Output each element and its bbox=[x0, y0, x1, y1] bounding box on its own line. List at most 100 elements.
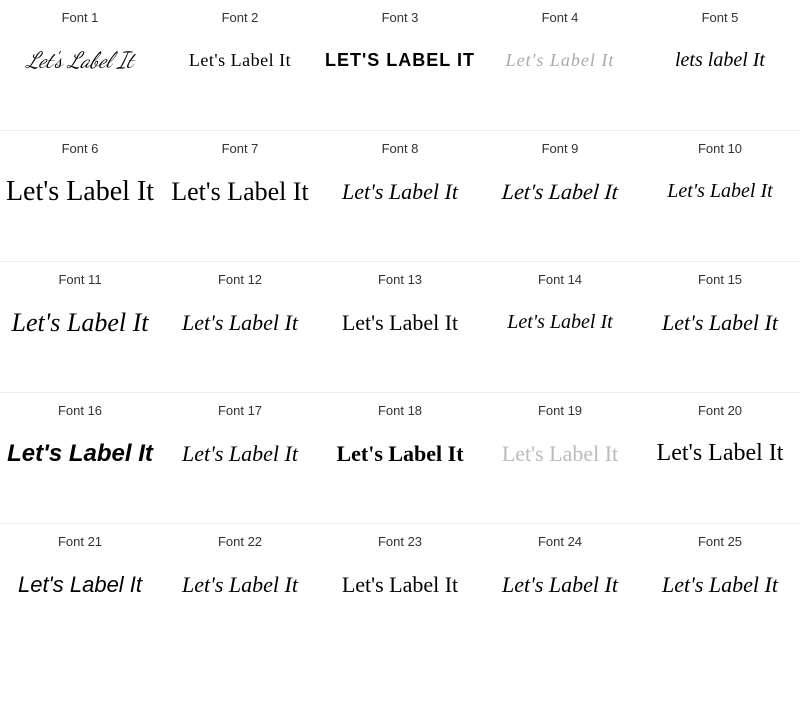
font-label-22: Font 22 bbox=[218, 534, 262, 549]
font-cell-15[interactable]: Font 15 Let's Label It bbox=[640, 262, 800, 392]
font-cell-23[interactable]: Font 23 Let's Label It bbox=[320, 524, 480, 654]
font-label-11: Font 11 bbox=[58, 272, 101, 287]
font-cell-14[interactable]: Font 14 Let's Label It bbox=[480, 262, 640, 392]
font-text-18: Let's Label It bbox=[336, 441, 463, 467]
font-text-7: Let's Label It bbox=[171, 177, 309, 207]
font-label-16: Font 16 bbox=[58, 403, 102, 418]
font-sample-10: Let's Label It bbox=[644, 164, 796, 219]
font-sample-17: Let's Label It bbox=[164, 426, 316, 481]
font-label-9: Font 9 bbox=[542, 141, 579, 156]
font-cell-8[interactable]: Font 8 Let's Label It bbox=[320, 131, 480, 261]
font-text-5: lets label It bbox=[675, 49, 765, 72]
font-label-6: Font 6 bbox=[62, 141, 99, 156]
font-sample-13: Let's Label It bbox=[324, 295, 476, 350]
font-text-25: Let's Label It bbox=[662, 572, 778, 598]
font-cell-19[interactable]: Font 19 Let's Label It bbox=[480, 393, 640, 523]
font-text-22: Let's Label It bbox=[182, 572, 298, 598]
font-label-10: Font 10 bbox=[698, 141, 742, 156]
font-sample-18: Let's Label It bbox=[324, 426, 476, 481]
font-sample-20: Let's Label It bbox=[644, 426, 796, 481]
font-text-14: Let's Label It bbox=[507, 311, 612, 334]
font-cell-21[interactable]: Font 21 Let's Label It bbox=[0, 524, 160, 654]
font-text-12: Let's Label It bbox=[182, 310, 298, 336]
font-sample-15: Let's Label It bbox=[644, 295, 796, 350]
font-cell-16[interactable]: Font 16 Let's Label It bbox=[0, 393, 160, 523]
font-sample-3: LET'S LABEL IT bbox=[324, 33, 476, 88]
font-text-10: Let's Label It bbox=[667, 180, 772, 203]
font-label-15: Font 15 bbox=[698, 272, 742, 287]
font-sample-6: Let's Label It bbox=[4, 164, 156, 219]
font-cell-22[interactable]: Font 22 Let's Label It bbox=[160, 524, 320, 654]
font-text-13: Let's Label It bbox=[342, 310, 458, 336]
font-sample-5: lets label It bbox=[644, 33, 796, 88]
font-text-2: Let's Label It bbox=[189, 50, 291, 71]
font-cell-17[interactable]: Font 17 Let's Label It bbox=[160, 393, 320, 523]
font-cell-13[interactable]: Font 13 Let's Label It bbox=[320, 262, 480, 392]
font-cell-1[interactable]: Font 1 Let's Label It bbox=[0, 0, 160, 130]
font-cell-4[interactable]: Font 4 Let's Label It bbox=[480, 0, 640, 130]
font-grid: Font 1 Let's Label It Font 2 Let's Label It… bbox=[0, 0, 800, 654]
font-text-23: Let's Label It bbox=[342, 572, 458, 598]
font-text-1: Let's Label It bbox=[27, 48, 133, 74]
font-sample-1: Let's Label It bbox=[4, 33, 156, 88]
font-label-21: Font 21 bbox=[58, 534, 102, 549]
font-text-21: Let's Label It bbox=[18, 572, 142, 598]
font-label-7: Font 7 bbox=[222, 141, 259, 156]
font-sample-2: Let's Label It bbox=[164, 33, 316, 88]
font-sample-25: Let's Label It bbox=[644, 557, 796, 612]
font-label-13: Font 13 bbox=[378, 272, 422, 287]
font-sample-7: Let's Label It bbox=[164, 164, 316, 219]
font-text-6: Let's Label It bbox=[6, 176, 154, 208]
font-cell-25[interactable]: Font 25 Let's Label It bbox=[640, 524, 800, 654]
font-cell-2[interactable]: Font 2 Let's Label It bbox=[160, 0, 320, 130]
font-cell-18[interactable]: Font 18 Let's Label It bbox=[320, 393, 480, 523]
font-sample-23: Let's Label It bbox=[324, 557, 476, 612]
font-sample-8: Let's Label It bbox=[324, 164, 476, 219]
font-cell-9[interactable]: Font 9 Let's Label It bbox=[480, 131, 640, 261]
font-text-11: Let's Label It bbox=[11, 308, 148, 338]
font-sample-4: Let's Label It bbox=[484, 33, 636, 88]
font-label-4: Font 4 bbox=[542, 10, 579, 25]
font-label-5: Font 5 bbox=[702, 10, 739, 25]
font-cell-3[interactable]: Font 3 LET'S LABEL IT bbox=[320, 0, 480, 130]
font-label-25: Font 25 bbox=[698, 534, 742, 549]
font-label-17: Font 17 bbox=[218, 403, 262, 418]
font-sample-11: Let's Label It bbox=[4, 295, 156, 350]
font-text-20: Let's Label It bbox=[657, 440, 784, 467]
font-sample-12: Let's Label It bbox=[164, 295, 316, 350]
font-text-19: Let's Label It bbox=[502, 441, 618, 467]
font-text-9: Let's Label It bbox=[501, 179, 619, 205]
font-label-24: Font 24 bbox=[538, 534, 582, 549]
font-sample-14: Let's Label It bbox=[484, 295, 636, 350]
font-label-8: Font 8 bbox=[382, 141, 419, 156]
font-text-15: Let's Label It bbox=[662, 310, 778, 336]
font-text-4: Let's Label It bbox=[506, 50, 615, 71]
font-label-3: Font 3 bbox=[382, 10, 419, 25]
font-cell-20[interactable]: Font 20 Let's Label It bbox=[640, 393, 800, 523]
font-label-19: Font 19 bbox=[538, 403, 582, 418]
font-label-2: Font 2 bbox=[222, 10, 259, 25]
font-label-18: Font 18 bbox=[378, 403, 422, 418]
font-text-24: Let's Label It bbox=[502, 572, 618, 598]
font-text-8: Let's Label It bbox=[342, 179, 458, 205]
font-text-16: Let's Label It bbox=[7, 440, 153, 468]
font-sample-24: Let's Label It bbox=[484, 557, 636, 612]
font-cell-6[interactable]: Font 6 Let's Label It bbox=[0, 131, 160, 261]
font-label-1: Font 1 bbox=[62, 10, 99, 25]
font-sample-22: Let's Label It bbox=[164, 557, 316, 612]
font-cell-7[interactable]: Font 7 Let's Label It bbox=[160, 131, 320, 261]
font-label-14: Font 14 bbox=[538, 272, 582, 287]
font-label-23: Font 23 bbox=[378, 534, 422, 549]
font-cell-5[interactable]: Font 5 lets label It bbox=[640, 0, 800, 130]
font-sample-19: Let's Label It bbox=[484, 426, 636, 481]
font-sample-9: Let's Label It bbox=[484, 164, 636, 219]
font-label-12: Font 12 bbox=[218, 272, 262, 287]
font-text-3: LET'S LABEL IT bbox=[325, 50, 475, 71]
font-cell-24[interactable]: Font 24 Let's Label It bbox=[480, 524, 640, 654]
font-label-20: Font 20 bbox=[698, 403, 742, 418]
font-cell-11[interactable]: Font 11 Let's Label It bbox=[0, 262, 160, 392]
font-sample-16: Let's Label It bbox=[4, 426, 156, 481]
font-cell-12[interactable]: Font 12 Let's Label It bbox=[160, 262, 320, 392]
font-text-17: Let's Label It bbox=[182, 441, 298, 467]
font-cell-10[interactable]: Font 10 Let's Label It bbox=[640, 131, 800, 261]
